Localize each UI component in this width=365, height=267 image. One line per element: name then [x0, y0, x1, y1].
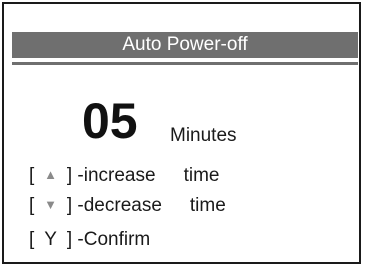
power-off-minutes-value[interactable]: 05 [82, 92, 138, 150]
increase-action-label: -increase [77, 165, 156, 186]
down-arrow-icon: ▼ [44, 197, 57, 212]
up-arrow-icon: ▲ [44, 167, 57, 182]
screen-title: Auto Power-off [12, 32, 358, 58]
increase-object-label: time [183, 165, 220, 186]
confirm-help-row: [ Y ] -Confirm [29, 229, 151, 250]
title-divider [12, 62, 358, 65]
decrease-action-label: -decrease [77, 195, 162, 216]
confirm-action-label: -Confirm [77, 229, 151, 250]
decrease-object-label: time [189, 195, 226, 216]
y-key-label: Y [44, 229, 57, 250]
device-screen: Auto Power-off 05 Minutes [ ▲ ] -increas… [2, 2, 361, 264]
minutes-unit-label: Minutes [170, 125, 237, 146]
increase-help-row: [ ▲ ] -increase time [29, 165, 220, 186]
decrease-help-row: [ ▼ ] -decrease time [29, 195, 226, 216]
